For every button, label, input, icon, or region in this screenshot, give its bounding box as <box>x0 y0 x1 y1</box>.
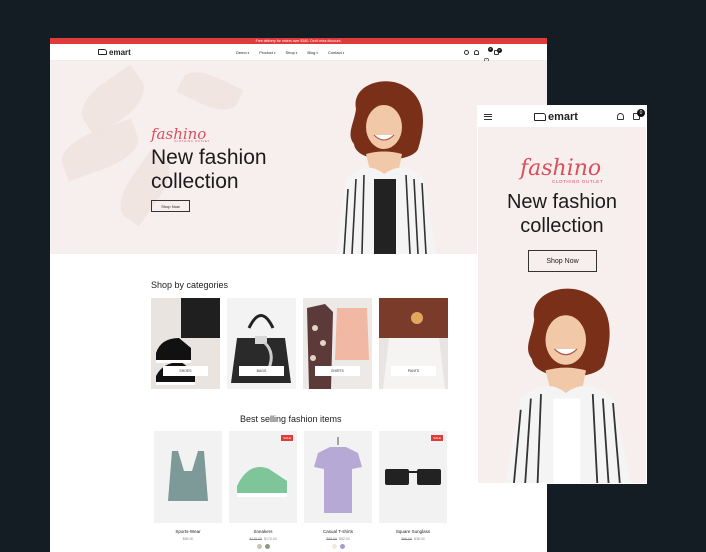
chevron-down-icon: ▾ <box>273 50 276 55</box>
chevron-down-icon: ▾ <box>316 50 318 55</box>
categories-heading: Shop by categories <box>151 280 229 290</box>
mobile-hero-brand-script: fashino <box>520 156 602 181</box>
mobile-logo[interactable]: emart <box>534 111 578 123</box>
model-photo <box>336 81 436 254</box>
product-name: Sneakers <box>253 529 273 534</box>
logo-bag-icon <box>98 49 107 55</box>
menu-item-contact[interactable]: Contact▾ <box>328 50 344 55</box>
sneakers-photo <box>237 467 287 497</box>
hero-title: New fashion collection <box>151 146 267 193</box>
swatch[interactable] <box>264 544 270 549</box>
header-nav: emart Demo▾ Product▾ Shop▾ Blog▾ Contact… <box>50 44 547 63</box>
shop-now-button[interactable]: Shop Now <box>151 200 190 212</box>
category-card-shoes[interactable]: SHOES <box>151 298 220 389</box>
product-name: Sports-Wear <box>175 529 201 534</box>
color-swatches <box>229 544 297 549</box>
mobile-hero-brand-sub: CLOTHING OUTLET <box>552 179 604 184</box>
color-swatches <box>304 544 372 549</box>
category-card-shirts[interactable]: SHIRTS <box>303 298 372 389</box>
cart-count-badge: 0 <box>497 47 502 53</box>
products-heading: Best selling fashion items <box>240 414 342 424</box>
sunglasses-photo <box>385 469 441 485</box>
cart-count-badge: 0 <box>637 109 645 117</box>
user-icon[interactable] <box>617 113 624 120</box>
sports-bra-photo <box>168 451 208 501</box>
product-image: SALE <box>379 431 447 523</box>
logo[interactable]: emart <box>98 48 131 57</box>
category-card-bags[interactable]: BAGS <box>227 298 296 389</box>
menu-item-product[interactable]: Product▾ <box>259 50 275 55</box>
mobile-shop-now-button[interactable]: Shop Now <box>528 250 597 272</box>
logo-bag-icon <box>534 112 546 121</box>
sale-badge: SALE <box>281 435 293 441</box>
hero-banner: fashino CLOTHING OUTLET New fashion coll… <box>50 61 547 254</box>
wishlist-count-badge: 0 <box>488 46 493 52</box>
main-menu: Demo▾ Product▾ Shop▾ Blog▾ Contact▾ <box>236 50 344 55</box>
category-grid: SHOES BAGS SHIRTS PANTS <box>151 298 448 389</box>
wishlist-icon[interactable]: 0 <box>483 46 493 63</box>
cart-icon[interactable]: 0 <box>494 47 502 55</box>
menu-item-blog[interactable]: Blog▾ <box>307 50 318 55</box>
product-card[interactable]: Casual T-shirts $58.00 $52.00 <box>304 431 372 549</box>
product-price: $59.00 <box>182 537 194 541</box>
product-name: Casual T-shirts <box>323 529 353 534</box>
product-price: $58.00 $52.00 <box>326 537 350 541</box>
product-grid: Sports-Wear $59.00 SALE Sneakers $178.00… <box>154 431 447 549</box>
product-card[interactable]: SALE Square Sunglass $56.00 $38.00 <box>379 431 447 549</box>
mobile-mockup: emart 0 fashino CLOTHING OUTLET New fash… <box>478 106 646 483</box>
user-icon[interactable] <box>474 49 479 55</box>
swatch[interactable] <box>256 544 262 549</box>
mobile-model-photo <box>504 288 632 483</box>
category-card-pants[interactable]: PANTS <box>379 298 448 389</box>
header-actions: 0 0 <box>464 46 502 63</box>
hero-brand-sub: CLOTHING OUTLET <box>174 139 210 143</box>
chevron-down-icon: ▾ <box>342 50 345 55</box>
leaf-decoration <box>176 64 244 118</box>
cart-icon[interactable]: 0 <box>633 109 645 120</box>
chevron-down-icon: ▾ <box>247 50 250 55</box>
product-price: $56.00 $38.00 <box>401 537 425 541</box>
mobile-header-actions: 0 <box>617 109 645 120</box>
product-price: $178.00 $170.00 <box>249 537 277 541</box>
menu-item-demo[interactable]: Demo▾ <box>236 50 249 55</box>
product-image: SALE <box>229 431 297 523</box>
logo-text: emart <box>109 47 131 57</box>
category-label: PANTS <box>391 366 436 376</box>
tshirt-photo <box>314 437 362 513</box>
search-icon[interactable] <box>464 49 469 55</box>
mobile-header: emart 0 <box>478 106 646 127</box>
category-label: BAGS <box>239 366 284 376</box>
product-card[interactable]: SALE Sneakers $178.00 $170.00 <box>229 431 297 549</box>
swatch[interactable] <box>339 544 345 549</box>
product-image <box>304 431 372 523</box>
hamburger-menu-icon[interactable] <box>484 113 492 120</box>
desktop-mockup: Free delivery for orders over $180. Don'… <box>50 38 547 552</box>
swatch[interactable] <box>331 544 337 549</box>
product-card[interactable]: Sports-Wear $59.00 <box>154 431 222 549</box>
mobile-hero-title: New fashion collection <box>506 191 618 237</box>
product-name: Square Sunglass <box>395 529 431 534</box>
category-label: SHOES <box>163 366 208 376</box>
product-image <box>154 431 222 523</box>
chevron-down-icon: ▾ <box>295 50 298 55</box>
menu-item-shop[interactable]: Shop▾ <box>286 50 298 55</box>
category-label: SHIRTS <box>315 366 360 376</box>
mobile-logo-text: emart <box>548 110 578 123</box>
sale-badge: SALE <box>431 435 443 441</box>
